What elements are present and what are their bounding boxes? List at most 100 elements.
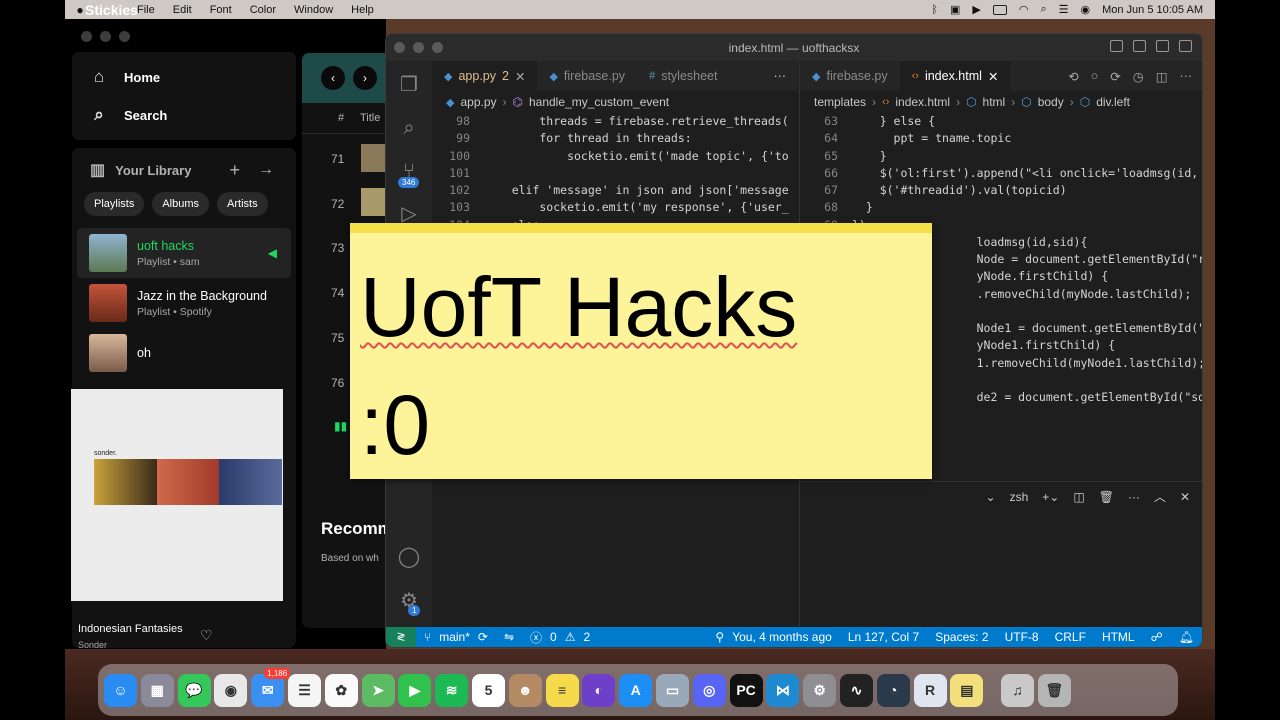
timeline-icon[interactable]: ◷ [1133, 69, 1144, 84]
playlist-item[interactable]: Jazz in the Background Playlist • Spotif… [77, 278, 291, 328]
now-playing-artwork[interactable]: sonder. [71, 389, 283, 601]
dock-app-launchpad-icon[interactable]: ▦ [140, 673, 174, 707]
zoom-button[interactable] [119, 31, 130, 42]
live-share-icon[interactable]: ⇋ [496, 630, 522, 644]
split-terminal-icon[interactable]: ◫ [1073, 490, 1084, 504]
breadcrumb-item[interactable]: handle_my_custom_event [529, 95, 669, 109]
dock-app-mail-icon[interactable]: ✉ 1,186 [251, 667, 291, 707]
zoom-button[interactable] [432, 42, 443, 53]
dock-app-contacts-icon[interactable]: ☻ [508, 673, 542, 707]
dock-app-system-settings-icon[interactable]: ⚙ [803, 673, 837, 707]
breadcrumb-item[interactable]: body [1038, 95, 1064, 109]
line-ending[interactable]: CRLF [1047, 630, 1094, 644]
new-terminal-icon[interactable]: +⌄ [1042, 490, 1059, 504]
customize-layout-icon[interactable] [1179, 40, 1192, 52]
battery-icon[interactable] [992, 4, 1007, 15]
screen-share-icon[interactable]: ▣ [950, 3, 960, 16]
dock-app-discord-icon[interactable]: ◎ [692, 673, 726, 707]
sticky-note[interactable]: UofT Hacks :0 [350, 223, 932, 479]
control-center-icon[interactable]: ☰ [1059, 3, 1069, 16]
language-mode[interactable]: HTML [1094, 630, 1143, 644]
breadcrumb-item[interactable]: html [983, 95, 1006, 109]
dock-app-facetime-icon[interactable]: ▶ [398, 673, 432, 707]
maximize-panel-icon[interactable]: ︿ [1154, 488, 1166, 505]
code-editor[interactable]: 98 threads = firebase.retrieve_threads( … [432, 113, 798, 234]
split-editor-icon[interactable]: ◫ [1156, 69, 1168, 84]
dock-app-davinci-resolve-icon[interactable]: ◔ [876, 673, 910, 707]
filter-albums[interactable]: Albums [152, 192, 210, 216]
menu-color[interactable]: Color [241, 4, 285, 16]
next-change-icon[interactable]: ⟳ [1110, 69, 1120, 84]
dock-app-github-desktop-icon[interactable]: ◐ [582, 673, 616, 707]
close-tab-icon[interactable]: ✕ [988, 69, 998, 84]
playlist-item[interactable]: uoft hacks Playlist • sam ◀ [77, 228, 291, 278]
dock-app-calendar-icon[interactable]: 5 [471, 673, 505, 707]
minimize-button[interactable] [413, 42, 424, 53]
toggle-sidebar-icon[interactable] [1110, 40, 1123, 52]
playlist-item[interactable]: oh [77, 328, 291, 378]
tab-app-py[interactable]: ◆ app.py 2 ✕ [432, 61, 538, 91]
dock-app-preview-icon[interactable]: ▭ [655, 673, 689, 707]
encoding[interactable]: UTF-8 [997, 630, 1047, 644]
nav-home[interactable]: ⌂ Home [72, 58, 296, 96]
close-button[interactable] [394, 42, 405, 53]
bluetooth-icon[interactable]: ᛒ [931, 4, 938, 16]
close-panel-icon[interactable]: ✕ [1180, 490, 1190, 504]
toggle-secondary-sidebar-icon[interactable] [1156, 40, 1169, 52]
add-icon[interactable]: + [229, 160, 240, 181]
dock-app-trash-icon[interactable]: 🗑 [1037, 673, 1071, 707]
sticky-titlebar[interactable] [350, 223, 932, 233]
sync-icon[interactable]: ⟳ [470, 630, 496, 644]
spotlight-icon[interactable]: ⌕ [1040, 3, 1046, 16]
minimize-button[interactable] [100, 31, 111, 42]
remote-indicator-icon[interactable]: ≷ [386, 627, 416, 647]
dock-app-activity-monitor-icon[interactable]: ∿ [839, 673, 873, 707]
breadcrumb-item[interactable]: index.html [895, 95, 950, 109]
sticky-text[interactable]: UofT Hacks :0 [360, 249, 797, 484]
dock-app-pycharm-icon[interactable]: PC [729, 673, 763, 707]
dock-app-vscode-icon[interactable]: ⋈ [766, 673, 800, 707]
back-button[interactable]: ‹ [321, 66, 345, 90]
siri-icon[interactable]: ◉ [1080, 3, 1090, 16]
dock-app-chrome-icon[interactable]: ◉ [214, 673, 248, 707]
library-title[interactable]: Your Library [115, 163, 191, 178]
filter-playlists[interactable]: Playlists [84, 192, 145, 216]
dock-app-reminders-icon[interactable]: ☰ [287, 673, 321, 707]
tab-firebase-py[interactable]: ◆ firebase.py [800, 61, 900, 91]
search-icon[interactable]: ⌕ [397, 116, 421, 140]
clock[interactable]: Mon Jun 5 10:05 AM [1102, 4, 1203, 16]
like-heart-icon[interactable]: ♡ [200, 627, 213, 644]
breadcrumb-item[interactable]: div.left [1096, 95, 1130, 109]
breadcrumb-item[interactable]: app.py [460, 95, 496, 109]
indentation[interactable]: Spaces: 2 [927, 630, 996, 644]
dock-app-maps-icon[interactable]: ➤ [361, 673, 395, 707]
menu-window[interactable]: Window [285, 4, 342, 16]
close-tab-icon[interactable]: ✕ [515, 69, 525, 84]
now-playing-title[interactable]: Indonesian Fantasies [78, 623, 183, 635]
error-count[interactable]: 0 [550, 630, 557, 644]
open-changes-icon[interactable]: ⟲ [1068, 69, 1078, 84]
menu-font[interactable]: Font [201, 4, 241, 16]
dock-app-r-icon[interactable]: R [913, 673, 947, 707]
terminal-name[interactable]: zsh [1010, 490, 1029, 504]
dock-app-messages-icon[interactable]: 💬 [177, 673, 211, 707]
more-actions-icon[interactable]: ··· [1128, 490, 1140, 504]
more-actions-icon[interactable]: ··· [762, 61, 799, 91]
explorer-icon[interactable]: ❐ [397, 73, 421, 97]
warning-count[interactable]: 2 [583, 630, 590, 644]
library-icon[interactable]: ▥ [90, 160, 105, 180]
col-title[interactable]: Title [360, 112, 380, 124]
notifications-bell-icon[interactable]: 🔔︎ [1171, 630, 1202, 644]
git-branch[interactable]: main* [439, 630, 470, 644]
tab-firebase-py[interactable]: ◆ firebase.py [537, 61, 637, 91]
dock-app-finder-icon[interactable]: ☺ [104, 673, 137, 707]
toggle-panel-icon[interactable] [1133, 40, 1146, 52]
kill-terminal-icon[interactable]: 🗑 [1099, 490, 1114, 504]
git-blame[interactable]: You, 4 months ago [732, 630, 832, 644]
tab-index-html[interactable]: ‹› index.html ✕ [899, 61, 1011, 91]
expand-arrow-icon[interactable]: → [258, 161, 274, 179]
accounts-icon[interactable]: ◯ [397, 545, 421, 569]
breadcrumb-item[interactable]: templates [814, 95, 866, 109]
menu-help[interactable]: Help [342, 4, 383, 16]
dock-app-stickies-icon[interactable]: ▤ [950, 673, 984, 707]
